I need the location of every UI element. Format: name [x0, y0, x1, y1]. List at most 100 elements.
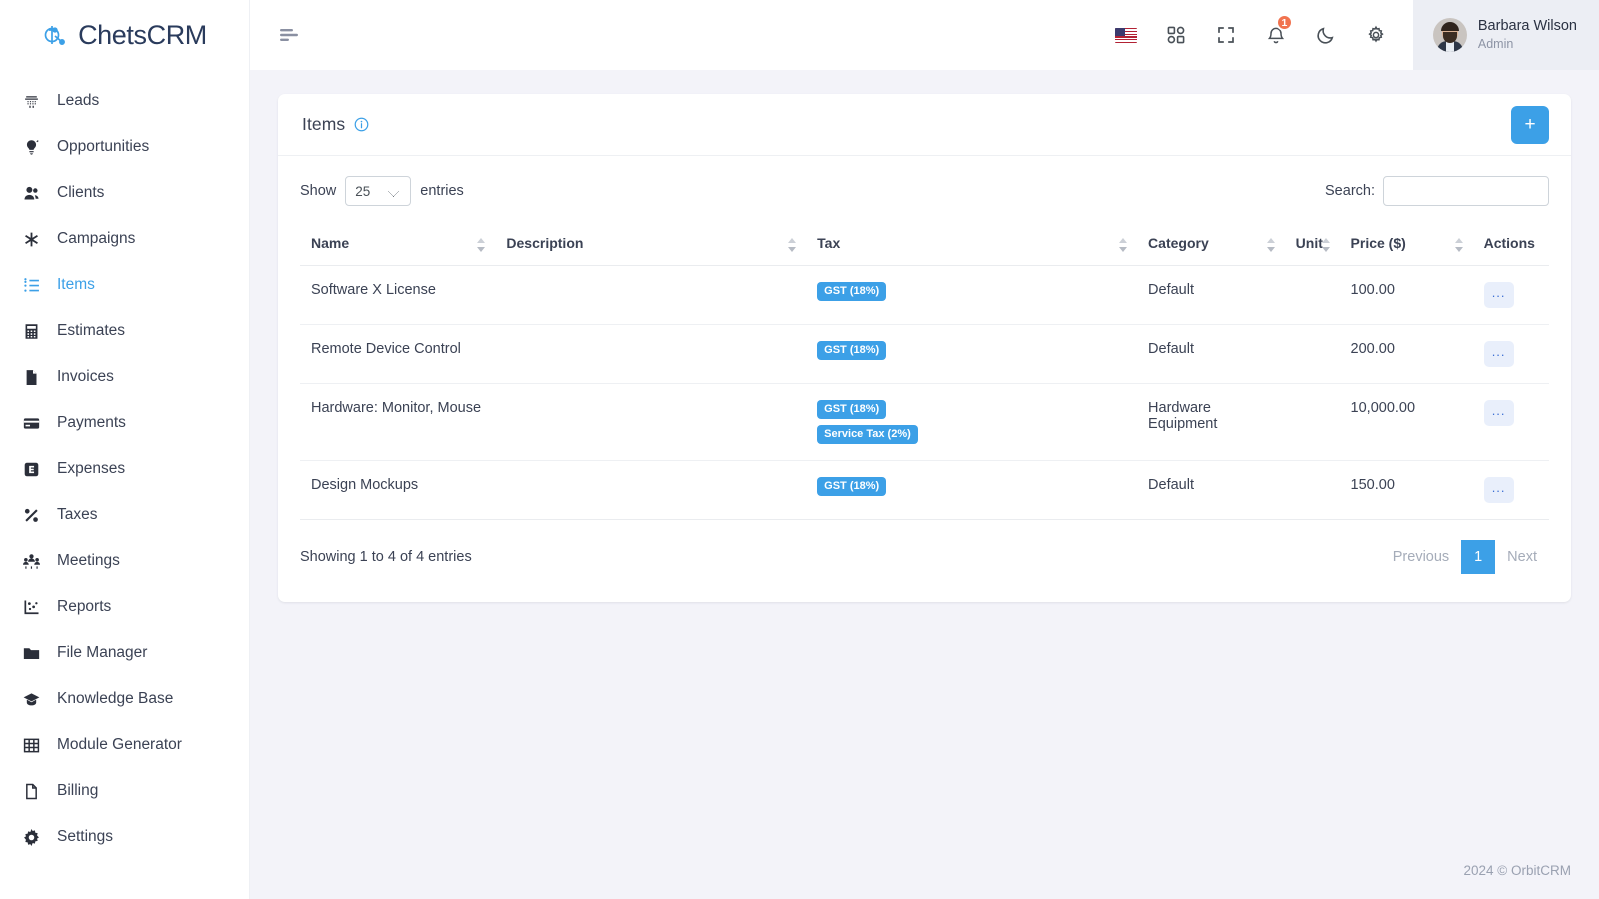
sidebar-item-opportunities[interactable]: Opportunities [0, 124, 249, 170]
table-row[interactable]: Hardware: Monitor, Mouse GST (18%) Servi… [300, 383, 1549, 461]
sidebar-item-estimates[interactable]: Estimates [0, 308, 249, 354]
cell-unit [1284, 460, 1340, 520]
user-menu[interactable]: Barbara Wilson Admin [1412, 0, 1599, 70]
app-root: ChetsCRM Leads Opportunities Clients Cam… [0, 0, 1599, 899]
table-row[interactable]: Design Mockups GST (18%) Default 150.00 [300, 460, 1549, 520]
sidebar-item-items[interactable]: Items [0, 262, 249, 308]
add-item-button[interactable]: + [1511, 105, 1549, 144]
sidebar-item-reports[interactable]: Reports [0, 584, 249, 630]
cell-tax: GST (18%) Service Tax (2%) [806, 383, 1138, 461]
page-length-select[interactable]: 10 25 50 100 [345, 176, 412, 206]
cell-actions: ... [1472, 460, 1549, 520]
sidebar-item-payments[interactable]: Payments [0, 400, 249, 446]
pagination-next[interactable]: Next [1495, 540, 1549, 574]
sidebar-item-label: Taxes [57, 506, 98, 524]
pagination-page-1[interactable]: 1 [1461, 540, 1496, 574]
gear-icon[interactable] [1351, 0, 1401, 70]
info-circle-icon[interactable] [354, 117, 369, 132]
flag-us-icon[interactable] [1101, 0, 1151, 70]
sidebar-item-label: Clients [57, 184, 105, 202]
search-input[interactable] [1383, 176, 1549, 206]
cell-name: Design Mockups [300, 460, 496, 520]
brand-logo[interactable]: ChetsCRM [0, 0, 249, 70]
list-check-icon [22, 276, 40, 294]
column-header-unit[interactable]: Unit [1284, 224, 1340, 266]
entries-info: Showing 1 to 4 of 4 entries [300, 549, 472, 565]
page-footer: 2024 © OrbitCRM [250, 841, 1599, 899]
megaphone-icon [22, 92, 40, 110]
cell-category: Default [1137, 324, 1285, 384]
tax-badge: Service Tax (2%) [817, 425, 918, 444]
crm-logo-icon [42, 18, 76, 52]
notification-badge: 1 [1275, 14, 1293, 31]
sidebar-item-leads[interactable]: Leads [0, 78, 249, 124]
sidebar-item-settings[interactable]: Settings [0, 814, 249, 860]
hamburger-icon[interactable] [278, 22, 304, 48]
bell-icon[interactable]: 1 [1251, 0, 1301, 70]
card-body: Show 10 25 50 100 entries Search: [278, 156, 1571, 602]
page-length-control: Show 10 25 50 100 entries [300, 176, 464, 206]
sidebar-item-invoices[interactable]: Invoices [0, 354, 249, 400]
column-header-description[interactable]: Description [495, 224, 807, 266]
sidebar-item-clients[interactable]: Clients [0, 170, 249, 216]
column-header-price[interactable]: Price ($) [1339, 224, 1473, 266]
sidebar-item-expenses[interactable]: Expenses [0, 446, 249, 492]
row-actions-button[interactable]: ... [1483, 477, 1514, 503]
sidebar-item-label: Campaigns [57, 230, 136, 248]
sidebar-item-module-generator[interactable]: Module Generator [0, 722, 249, 768]
row-actions-button[interactable]: ... [1483, 400, 1514, 426]
users-icon [22, 184, 40, 202]
cell-price: 100.00 [1339, 265, 1473, 325]
main-area: 1 Barbara Wilson Admin Items + Show 25 e… [250, 0, 1599, 899]
user-role: Admin [1477, 37, 1514, 52]
topbar-actions: 1 Barbara Wilson Admin [1101, 0, 1599, 70]
cell-category: Default [1137, 265, 1285, 325]
cell-name: Software X License [300, 265, 496, 325]
brand-name: ChetsCRM [78, 19, 207, 50]
show-label: Show [300, 183, 337, 199]
table-controls: Show 10 25 50 100 entries Search: [300, 172, 1549, 210]
fullscreen-icon[interactable] [1201, 0, 1251, 70]
cell-actions: ... [1472, 324, 1549, 384]
column-header-name[interactable]: Name [300, 224, 496, 266]
sort-arrows-icon [1119, 237, 1128, 252]
row-actions-button[interactable]: ... [1483, 341, 1514, 367]
table-row[interactable]: Remote Device Control GST (18%) Default … [300, 324, 1549, 384]
asterisk-icon [22, 230, 40, 248]
sort-arrows-icon [477, 237, 486, 252]
graduation-cap-icon [22, 690, 40, 708]
sort-arrows-icon [1266, 237, 1276, 252]
cell-name: Remote Device Control [300, 324, 496, 384]
table-header-row: Name Description Tax Category Unit Price… [300, 224, 1549, 266]
sidebar-item-taxes[interactable]: Taxes [0, 492, 249, 538]
sidebar-item-label: Leads [57, 92, 100, 110]
table-row[interactable]: Software X License GST (18%) Default 100… [300, 265, 1549, 325]
column-header-category[interactable]: Category [1137, 224, 1285, 266]
search-control: Search: [1325, 176, 1549, 206]
moon-icon[interactable] [1301, 0, 1351, 70]
row-actions-button[interactable]: ... [1483, 282, 1514, 308]
cell-price: 200.00 [1339, 324, 1473, 384]
column-header-tax[interactable]: Tax [806, 224, 1138, 266]
pagination-previous[interactable]: Previous [1381, 540, 1461, 574]
percent-icon [22, 506, 40, 524]
sidebar-item-label: Reports [57, 598, 112, 616]
topbar: 1 Barbara Wilson Admin [250, 0, 1599, 70]
expense-e-icon [22, 460, 40, 478]
apps-grid-icon[interactable] [1151, 0, 1201, 70]
sidebar-item-billing[interactable]: Billing [0, 768, 249, 814]
sort-arrows-icon [1454, 237, 1464, 252]
card-header: Items + [278, 94, 1571, 156]
cell-actions: ... [1472, 383, 1549, 461]
sidebar-item-file-manager[interactable]: File Manager [0, 630, 249, 676]
sidebar-item-meetings[interactable]: Meetings [0, 538, 249, 584]
sidebar-item-knowledge-base[interactable]: Knowledge Base [0, 676, 249, 722]
gear-icon [22, 828, 40, 846]
sidebar-item-campaigns[interactable]: Campaigns [0, 216, 249, 262]
sidebar: ChetsCRM Leads Opportunities Clients Cam… [0, 0, 250, 899]
sidebar-item-label: Payments [57, 414, 126, 432]
sidebar-item-label: Opportunities [57, 138, 150, 156]
grid-table-icon [22, 736, 40, 754]
credit-card-icon [22, 414, 40, 432]
content-area: Items + Show 10 25 [250, 70, 1599, 841]
